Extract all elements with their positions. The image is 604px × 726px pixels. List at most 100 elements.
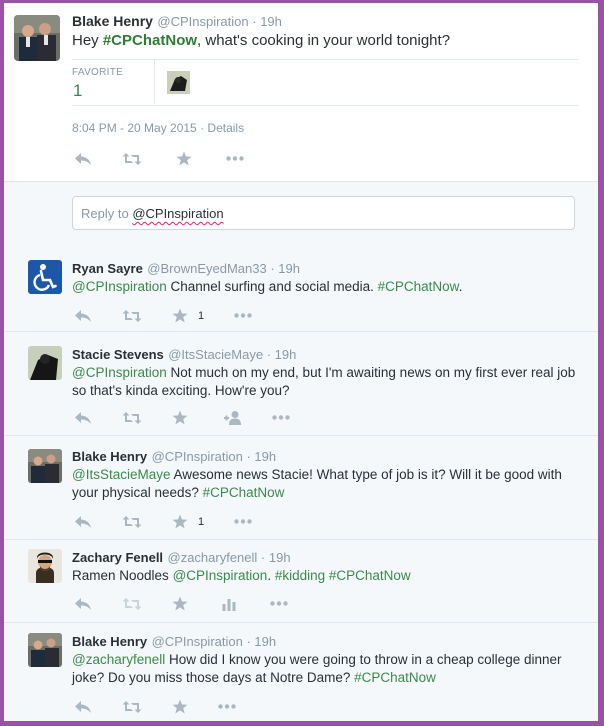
tweet-actions [74,596,288,611]
favorite-icon[interactable] [176,151,192,166]
avatar[interactable] [28,346,62,380]
mention-link[interactable]: @zacharyfenell [72,652,165,667]
author-handle[interactable]: @CPInspiration [152,634,243,649]
favorite-icon[interactable] [172,410,188,425]
author-name[interactable]: Blake Henry [72,634,147,649]
more-icon[interactable] [226,156,244,161]
divider [72,59,578,60]
reply-prefix: Reply to [81,206,133,221]
more-icon[interactable] [234,313,252,318]
reply-icon[interactable] [74,700,92,714]
tweet-text-body: Channel surfing and social media. [166,279,378,294]
author-name[interactable]: Stacie Stevens [72,347,164,362]
author-handle[interactable]: @zacharyfenell [168,550,258,565]
tweet-text-tail: . [458,279,463,294]
details-link[interactable]: Details [207,121,244,135]
author-handle[interactable]: @BrownEyedMan33 [147,261,266,276]
favorite-count: 1 [198,309,205,322]
tweet-actions [74,410,290,425]
favoriter-avatar[interactable] [167,71,190,94]
retweet-icon[interactable] [122,515,142,529]
reply-tweet[interactable]: Zachary Fenell @zacharyfenell · 19h Rame… [4,540,598,623]
avatar[interactable] [28,633,62,667]
reply-composer: Reply to @CPInspiration [4,181,598,249]
mention-link[interactable]: @CPInspiration [72,279,167,294]
author-handle[interactable]: @ItsStacieMaye [168,347,263,362]
tweet-text: Hey #CPChatNow, what's cooking in your w… [72,32,450,50]
retweet-icon[interactable] [122,700,142,714]
more-icon[interactable] [234,519,252,524]
favorite-icon[interactable] [172,596,188,611]
reply-icon[interactable] [74,152,92,166]
follow-icon[interactable] [222,410,242,425]
tweet-time[interactable]: 19h [278,261,300,276]
mention-link[interactable]: @CPInspiration [72,365,167,380]
separator: · [266,261,279,276]
more-icon[interactable] [218,704,236,709]
reply-mention: @CPInspiration [132,206,224,221]
retweet-icon[interactable] [122,309,142,323]
tweet-text: Ramen Noodles @CPInspiration. #kidding #… [72,567,582,585]
tweet-actions [74,151,244,166]
avatar[interactable] [28,549,62,583]
avatar[interactable] [14,15,60,61]
separator: · [196,121,208,135]
stats-icon[interactable] [222,597,236,611]
separator: · [263,347,275,362]
author-name[interactable]: Ryan Sayre [72,261,143,276]
tweet-time[interactable]: 19h [269,550,291,565]
tweet-text-suffix: , what's cooking in your world tonight? [197,32,451,49]
tweet-timestamp[interactable]: 8:04 PM - 20 May 2015 [72,121,197,135]
tweet-time[interactable]: 19h [254,634,276,649]
hashtag-link[interactable]: #CPChatNow [378,279,459,294]
reply-icon[interactable] [74,597,92,611]
reply-icon[interactable] [74,309,92,323]
reply-input[interactable]: Reply to @CPInspiration [72,196,575,230]
hashtag-link[interactable]: #CPChatNow [103,32,197,49]
mention-link[interactable]: @ItsStacieMaye [72,467,171,482]
favorite-count[interactable]: 1 [73,81,82,101]
hashtag-link[interactable]: #kidding [275,568,325,583]
tweet-detail-panel: Blake Henry @CPInspiration · 19h Hey #CP… [4,3,598,721]
reply-tweet[interactable]: Blake Henry @CPInspiration · 19h @ItsSta… [4,436,598,540]
favorite-label: FAVORITE [72,67,124,78]
tweet-text-body: . [267,568,275,583]
accessibility-icon[interactable] [28,260,62,294]
tweet-time[interactable]: 19h [254,449,276,464]
hashtag-link[interactable]: #CPChatNow [203,485,285,500]
avatar[interactable] [28,449,62,483]
tweet-actions [74,699,236,714]
hashtag-link[interactable]: #CPChatNow [329,568,411,583]
author-name[interactable]: Blake Henry [72,449,147,464]
tweet-time[interactable]: 19h [260,14,282,29]
divider [72,105,578,106]
retweet-icon[interactable] [122,411,142,425]
author-handle[interactable]: @CPInspiration [157,14,248,29]
tweet-actions: 1 [74,514,252,529]
divider [154,60,155,104]
favorite-icon[interactable]: 1 [172,308,204,323]
tweet-text: @CPInspiration Not much on my end, but I… [72,364,582,400]
retweet-icon[interactable] [122,597,142,611]
favorite-icon[interactable] [172,699,188,714]
more-icon[interactable] [272,415,290,420]
tweet-time[interactable]: 19h [275,347,297,362]
reply-tweet[interactable]: Ryan Sayre @BrownEyedMan33 · 19h @CPInsp… [4,248,598,332]
author-name[interactable]: Blake Henry [72,13,153,29]
reply-tweet[interactable]: Stacie Stevens @ItsStacieMaye · 19h @CPI… [4,332,598,436]
reply-icon[interactable] [74,411,92,425]
hashtag-link[interactable]: #CPChatNow [354,670,436,685]
tweet-text: @ItsStacieMaye Awesome news Stacie! What… [72,466,582,502]
favorite-count: 1 [198,515,205,528]
retweet-icon[interactable] [122,152,142,166]
author-name[interactable]: Zachary Fenell [72,550,163,565]
favorite-icon[interactable]: 1 [172,514,204,529]
separator: · [242,634,255,649]
author-handle[interactable]: @CPInspiration [152,449,243,464]
more-icon[interactable] [270,601,288,606]
reply-icon[interactable] [74,515,92,529]
mention-link[interactable]: @CPInspiration [173,568,268,583]
tweet-text: @CPInspiration Channel surfing and socia… [72,278,582,296]
reply-tweet[interactable]: Blake Henry @CPInspiration · 19h @zachar… [4,623,598,721]
tweet-actions: 1 [74,308,252,323]
